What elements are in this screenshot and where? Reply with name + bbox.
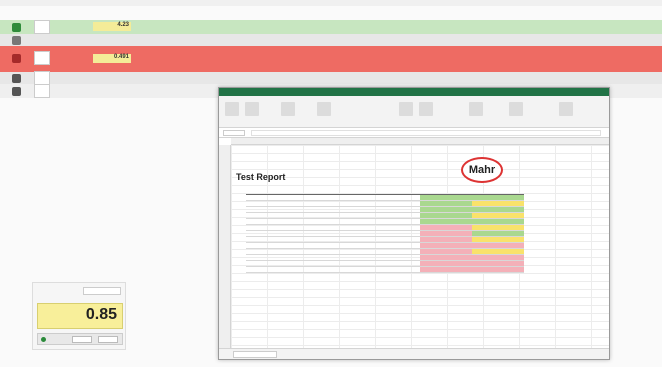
channel-select[interactable] — [83, 287, 121, 295]
gauge-controls — [37, 333, 123, 345]
dial-gauge-icon — [34, 71, 50, 85]
status-indicator-icon — [12, 74, 21, 83]
ribbon-toolbar — [219, 96, 609, 128]
report-title: Test Report — [236, 172, 286, 182]
connection-status-icon — [41, 337, 46, 342]
status-bar — [219, 348, 609, 359]
micrometer-icon — [34, 51, 50, 65]
measurement-row[interactable] — [0, 71, 662, 85]
measurement-value: 4.23 — [93, 22, 131, 31]
measurement-row[interactable]: 4.23 — [0, 20, 662, 34]
status-indicator-icon — [12, 54, 21, 63]
sheet-tab[interactable] — [233, 351, 277, 358]
gauge-button[interactable] — [72, 336, 92, 343]
gauge-readout-widget: 0.85 — [32, 282, 126, 350]
window-title-bar[interactable] — [219, 88, 609, 96]
status-indicator-icon — [12, 87, 21, 96]
ribbon-button[interactable] — [399, 102, 413, 116]
measurement-row[interactable] — [0, 34, 662, 46]
formula-input[interactable] — [251, 130, 601, 136]
row-headers — [219, 145, 231, 349]
ribbon-button[interactable] — [469, 102, 483, 116]
gauge-button[interactable] — [98, 336, 118, 343]
mahr-logo: Mahr — [461, 157, 503, 183]
table-cell[interactable] — [246, 266, 308, 273]
ribbon-button[interactable] — [317, 102, 331, 116]
table-cell[interactable] — [472, 266, 524, 273]
caliper-icon — [34, 20, 50, 34]
ribbon-button[interactable] — [225, 102, 239, 116]
status-indicator-icon — [12, 36, 21, 45]
table-cell[interactable] — [308, 266, 372, 273]
table-cell[interactable] — [420, 266, 472, 273]
measurement-row[interactable]: 0.491 — [0, 46, 662, 72]
name-box[interactable] — [223, 130, 245, 136]
ribbon-button[interactable] — [245, 102, 259, 116]
table-cell[interactable] — [372, 266, 420, 273]
ribbon-button[interactable] — [281, 102, 295, 116]
gauge-reading: 0.85 — [85, 306, 117, 323]
app-toolbar — [0, 0, 662, 6]
ribbon-button[interactable] — [559, 102, 573, 116]
ribbon-button[interactable] — [419, 102, 433, 116]
measurement-value: 0.491 — [93, 54, 131, 63]
indicator-icon — [34, 84, 50, 98]
ribbon-button[interactable] — [509, 102, 523, 116]
column-headers — [231, 138, 609, 145]
table-row — [246, 266, 524, 273]
formula-bar — [219, 128, 609, 138]
status-indicator-icon — [12, 23, 21, 32]
gauge-display: 0.85 — [37, 303, 123, 329]
report-table — [246, 189, 524, 273]
